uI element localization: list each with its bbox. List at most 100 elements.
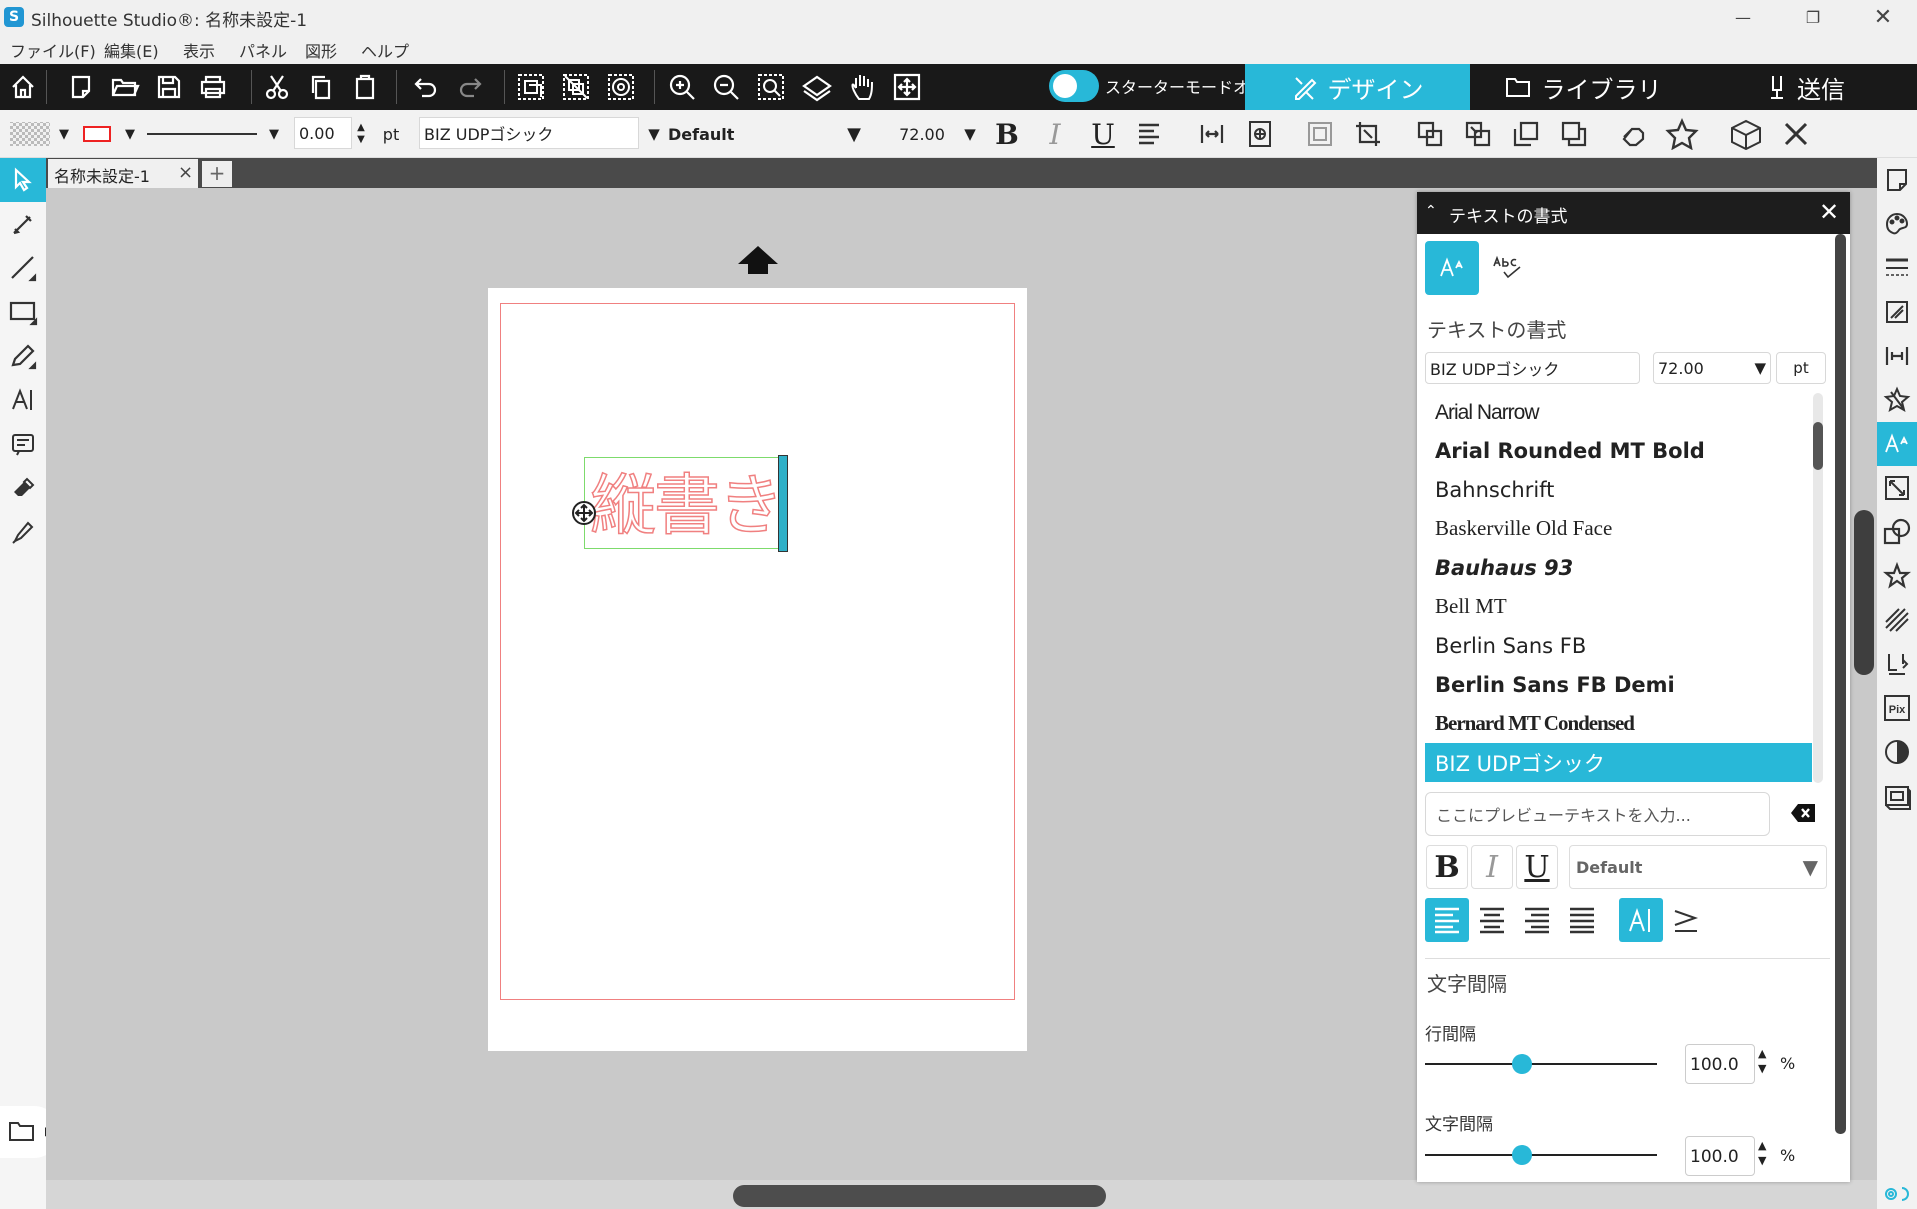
panel-style-select[interactable]: Default ▼ — [1569, 845, 1827, 889]
menu-shape[interactable]: 図形 — [305, 38, 337, 62]
font-list-item[interactable]: Bell MT — [1425, 587, 1812, 626]
panel-close-button[interactable]: ✕ — [1819, 198, 1839, 226]
font-dropdown-icon[interactable]: ▼ — [644, 110, 664, 158]
font-input[interactable]: BIZ UDPゴシック — [419, 117, 639, 149]
favorites-star-icon[interactable] — [1877, 554, 1917, 598]
horizontal-scroll-thumb[interactable] — [733, 1185, 1106, 1207]
menu-panel[interactable]: パネル — [239, 38, 287, 62]
scale-icon[interactable] — [1348, 110, 1388, 158]
font-list-item[interactable]: Berlin Sans FB Demi — [1425, 665, 1812, 704]
print-cut-panel-icon[interactable] — [1877, 774, 1917, 818]
line-spacing-stepper[interactable]: ▲ ▼ — [1758, 1046, 1766, 1076]
print-icon[interactable] — [192, 64, 234, 110]
starter-mode-toggle[interactable] — [1049, 70, 1099, 102]
undo-icon[interactable] — [405, 64, 447, 110]
font-list-item-selected[interactable]: BIZ UDPゴシック — [1425, 743, 1812, 782]
page-setup-icon[interactable] — [1877, 158, 1917, 202]
panel-align-justify-icon[interactable] — [1560, 898, 1604, 942]
offset-panel-icon[interactable] — [1877, 598, 1917, 642]
panel-font-input[interactable]: BIZ UDPゴシック — [1425, 352, 1640, 384]
panel-size-dropdown-icon[interactable]: ▼ — [1754, 359, 1766, 377]
select-tool-icon[interactable] — [0, 158, 46, 202]
bring-to-front-icon[interactable] — [1410, 110, 1450, 158]
panel-align-left-icon[interactable] — [1425, 898, 1469, 942]
font-list-item[interactable]: Arial Rounded MT Bold — [1425, 431, 1812, 470]
new-document-icon[interactable] — [60, 64, 102, 110]
font-list-item[interactable]: Berlin Sans FB — [1425, 626, 1812, 665]
star-icon[interactable] — [1662, 110, 1702, 158]
style-select[interactable]: Default — [668, 110, 738, 158]
line-tool-icon[interactable] — [0, 246, 46, 290]
horizontal-text-icon[interactable] — [1619, 898, 1663, 942]
settings-gear-icon[interactable] — [1877, 1180, 1917, 1208]
contrast-panel-icon[interactable] — [1877, 730, 1917, 774]
preview-text-input[interactable]: ここにプレビューテキストを入力... — [1425, 792, 1770, 836]
line-width-input[interactable]: 0.00 — [294, 117, 352, 149]
copy-icon[interactable] — [300, 64, 342, 110]
clear-preview-icon[interactable] — [1789, 801, 1817, 825]
pan-hand-icon[interactable] — [841, 64, 883, 110]
line-width-stepper[interactable]: ▲ ▼ — [352, 110, 370, 158]
zoom-select-icon[interactable] — [750, 64, 792, 110]
char-spacing-input[interactable]: 100.0 — [1685, 1136, 1755, 1176]
text-box-tool-icon[interactable] — [0, 422, 46, 466]
send-to-back-icon[interactable] — [1458, 110, 1498, 158]
transform-icon[interactable] — [1300, 110, 1340, 158]
tab-spell-check[interactable] — [1480, 241, 1534, 295]
point-edit-tool-icon[interactable] — [0, 202, 46, 246]
vertical-text-icon[interactable] — [1664, 898, 1708, 942]
font-list-scroll-thumb[interactable] — [1813, 422, 1823, 470]
replicate-icon[interactable] — [1614, 110, 1654, 158]
tab-text-style[interactable] — [1425, 241, 1479, 295]
3d-box-icon[interactable] — [1724, 110, 1768, 158]
fill-pattern-icon[interactable] — [8, 110, 52, 158]
line-color-dropdown-icon[interactable]: ▼ — [122, 110, 138, 158]
sketch-panel-icon[interactable] — [1877, 290, 1917, 334]
line-style-panel-icon[interactable] — [1877, 246, 1917, 290]
menu-view[interactable]: 表示 — [183, 38, 215, 62]
panel-size-input[interactable]: 72.00 ▼ — [1653, 352, 1771, 384]
menu-help[interactable]: ヘルプ — [361, 38, 409, 62]
tab-send[interactable]: 送信 — [1695, 64, 1917, 110]
move-view-icon[interactable] — [886, 64, 928, 110]
tab-design[interactable]: デザイン — [1245, 64, 1470, 110]
save-icon[interactable] — [148, 64, 190, 110]
text-tool-icon[interactable] — [0, 378, 46, 422]
ungroup-icon[interactable] — [555, 64, 597, 110]
font-size-dropdown-icon[interactable]: ▼ — [960, 110, 980, 158]
knife-tool-icon[interactable] — [0, 510, 46, 554]
close-window-button[interactable]: ✕ — [1855, 0, 1911, 34]
font-list-item[interactable]: Bahnschrift — [1425, 470, 1812, 509]
home-icon[interactable] — [2, 64, 44, 110]
panel-style-dropdown-icon[interactable]: ▼ — [1803, 855, 1818, 879]
move-handle-icon[interactable] — [571, 500, 597, 526]
canvas-vertical-scroll-thumb[interactable] — [1854, 510, 1874, 675]
panel-unit-button[interactable]: pt — [1776, 352, 1826, 384]
add-document-button[interactable]: + — [202, 161, 232, 187]
canvas-text[interactable]: 縦書き — [589, 452, 785, 548]
open-folder-icon[interactable] — [104, 64, 146, 110]
font-list-item[interactable]: Bauhaus 93 — [1425, 548, 1812, 587]
delete-icon[interactable] — [1776, 110, 1816, 158]
zoom-in-icon[interactable] — [661, 64, 703, 110]
redo-icon[interactable] — [449, 64, 491, 110]
paste-icon[interactable] — [344, 64, 386, 110]
eraser-tool-icon[interactable] — [0, 466, 46, 510]
char-spacing-stepper[interactable]: ▲ ▼ — [1758, 1138, 1766, 1168]
italic-button[interactable]: I — [1038, 110, 1072, 158]
cut-icon[interactable] — [256, 64, 298, 110]
char-spacing-slider-track[interactable] — [1425, 1154, 1657, 1156]
font-list-item[interactable]: Bernard MT Condensed — [1425, 704, 1812, 743]
char-spacing-icon[interactable] — [1193, 110, 1231, 158]
modify-panel-icon[interactable] — [1877, 510, 1917, 554]
align-left-icon[interactable] — [1130, 110, 1170, 158]
tab-library[interactable]: ライブラリ — [1470, 64, 1695, 110]
zoom-out-icon[interactable] — [705, 64, 747, 110]
document-tab[interactable]: 名称未設定-1 — [48, 159, 198, 188]
menu-edit[interactable]: 編集(E) — [104, 38, 159, 62]
align-panel-icon[interactable] — [1877, 334, 1917, 378]
send-backward-icon[interactable] — [1554, 110, 1594, 158]
bold-button[interactable]: B — [990, 110, 1024, 158]
group-icon[interactable] — [510, 64, 552, 110]
trace-panel-icon[interactable] — [1877, 642, 1917, 686]
